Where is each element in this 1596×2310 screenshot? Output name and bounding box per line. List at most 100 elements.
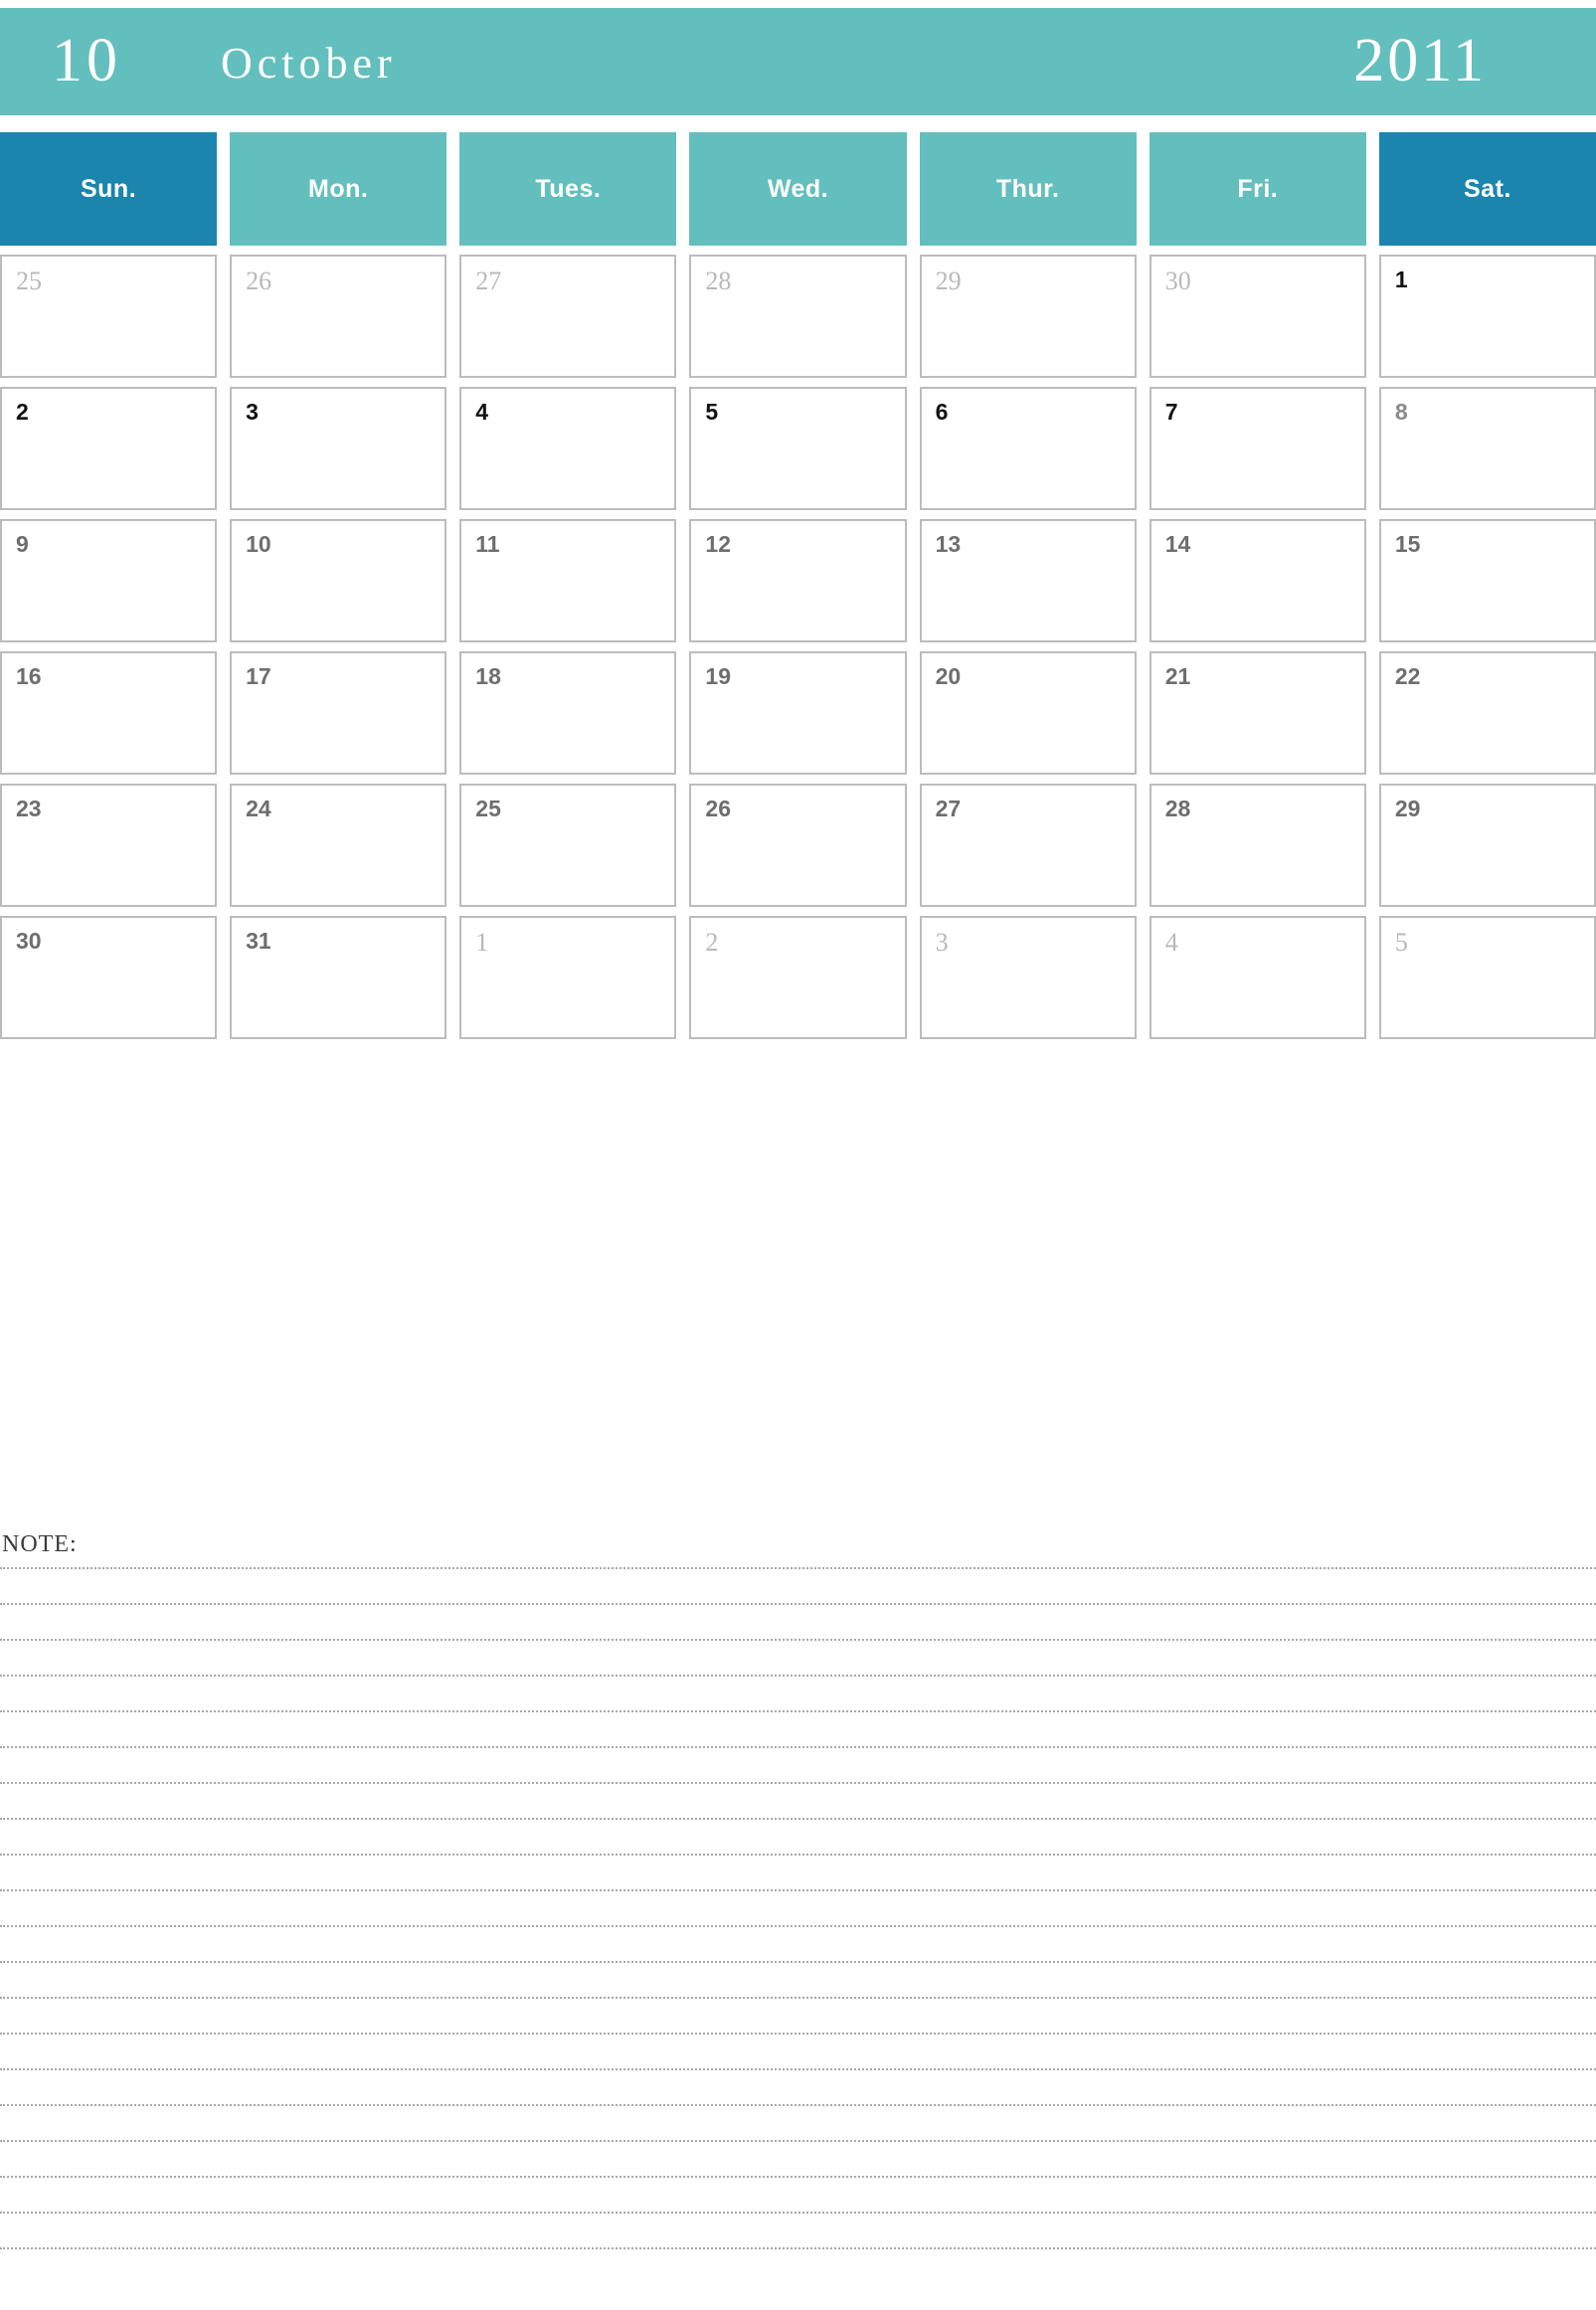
- calendar-day-cell[interactable]: 2: [0, 387, 218, 510]
- calendar-day-cell[interactable]: 24: [230, 784, 447, 907]
- note-line[interactable]: [0, 1675, 1596, 1677]
- note-line[interactable]: [0, 1710, 1596, 1712]
- calendar-day-cell[interactable]: 29: [919, 255, 1137, 378]
- note-line[interactable]: [0, 2212, 1596, 2214]
- calendar-day-cell[interactable]: 26: [689, 784, 907, 907]
- calendar-day-cell[interactable]: 20: [919, 651, 1137, 775]
- calendar-day-cell[interactable]: 3: [919, 916, 1137, 1039]
- calendar-day-cell[interactable]: 19: [689, 651, 907, 775]
- calendar-day-number: 24: [246, 796, 271, 821]
- calendar-day-number: 1: [1394, 267, 1408, 292]
- calendar-day-cell[interactable]: 4: [459, 387, 677, 510]
- calendar-day-number: 30: [1164, 267, 1191, 295]
- calendar-day-number: 25: [475, 796, 501, 821]
- calendar-day-number: 29: [935, 267, 962, 295]
- note-line[interactable]: [0, 1567, 1596, 1569]
- calendar-day-cell[interactable]: 7: [1149, 387, 1366, 510]
- calendar-day-cell[interactable]: 21: [1149, 651, 1366, 775]
- calendar-day-number: 26: [705, 796, 732, 821]
- calendar-day-cell[interactable]: 25: [459, 784, 677, 907]
- note-line[interactable]: [0, 1889, 1596, 1891]
- weekday-header-row: Sun. Mon. Tues. Wed. Thur. Fri. Sat.: [0, 132, 1596, 246]
- calendar-day-cell[interactable]: 25: [0, 255, 218, 378]
- calendar-week-row: 9 10 11 12 13 14 15: [0, 519, 1596, 642]
- calendar-day-cell[interactable]: 23: [0, 784, 218, 907]
- calendar-day-cell[interactable]: 5: [689, 387, 907, 510]
- calendar-day-number: 26: [246, 267, 272, 295]
- calendar-day-number: 27: [475, 267, 502, 295]
- note-line[interactable]: [0, 2140, 1596, 2142]
- calendar-day-cell[interactable]: 30: [0, 916, 218, 1039]
- note-line[interactable]: [0, 1997, 1596, 1999]
- calendar-day-number: 13: [935, 531, 962, 557]
- calendar-day-cell[interactable]: 9: [0, 519, 218, 642]
- note-line[interactable]: [0, 2176, 1596, 2178]
- calendar-day-cell[interactable]: 11: [459, 519, 677, 642]
- calendar-day-cell[interactable]: 10: [230, 519, 447, 642]
- calendar-day-cell[interactable]: 1: [459, 916, 677, 1039]
- calendar-day-cell[interactable]: 4: [1149, 916, 1366, 1039]
- calendar-day-number: 21: [1164, 663, 1191, 689]
- calendar-day-number: 22: [1394, 663, 1421, 689]
- note-section: NOTE:: [0, 1531, 1596, 2307]
- calendar-week-row: 25 26 27 28 29 30 1: [0, 255, 1596, 378]
- calendar-day-cell[interactable]: 26: [230, 255, 447, 378]
- calendar-day-number: 3: [935, 928, 949, 957]
- weekday-header-thur: Thur.: [919, 132, 1137, 246]
- calendar-day-cell[interactable]: 28: [1149, 784, 1366, 907]
- note-line[interactable]: [0, 1961, 1596, 1963]
- calendar-day-cell[interactable]: 1: [1378, 255, 1596, 378]
- calendar-day-cell[interactable]: 15: [1378, 519, 1596, 642]
- note-line[interactable]: [0, 2068, 1596, 2070]
- note-line[interactable]: [0, 1603, 1596, 1605]
- calendar-day-cell[interactable]: 12: [689, 519, 907, 642]
- note-line[interactable]: [0, 2247, 1596, 2249]
- note-line[interactable]: [0, 2033, 1596, 2035]
- calendar-day-number: 8: [1394, 399, 1408, 425]
- calendar-day-cell[interactable]: 28: [689, 255, 907, 378]
- calendar-day-number: 2: [16, 399, 29, 425]
- calendar-day-number: 27: [935, 796, 962, 821]
- calendar-day-cell[interactable]: 22: [1378, 651, 1596, 775]
- calendar-day-cell[interactable]: 6: [919, 387, 1137, 510]
- calendar-day-cell[interactable]: 29: [1378, 784, 1596, 907]
- calendar-day-cell[interactable]: 5: [1378, 916, 1596, 1039]
- header-month-number: 10: [52, 27, 121, 94]
- note-line[interactable]: [0, 1782, 1596, 1784]
- calendar-day-cell[interactable]: 27: [459, 255, 677, 378]
- note-line[interactable]: [0, 2104, 1596, 2106]
- calendar-day-cell[interactable]: 8: [1378, 387, 1596, 510]
- calendar-day-cell[interactable]: 14: [1149, 519, 1366, 642]
- calendar-day-cell[interactable]: 16: [0, 651, 218, 775]
- note-line[interactable]: [0, 1818, 1596, 1820]
- calendar-day-cell[interactable]: 13: [919, 519, 1137, 642]
- calendar-day-number: 31: [246, 928, 271, 954]
- calendar-week-row: 2 3 4 5 6 7 8: [0, 387, 1596, 510]
- note-line[interactable]: [0, 1854, 1596, 1856]
- note-line[interactable]: [0, 1746, 1596, 1748]
- weekday-header-fri: Fri.: [1149, 132, 1366, 246]
- calendar-header: 10 October 2011: [0, 8, 1596, 115]
- calendar-day-cell[interactable]: 27: [919, 784, 1137, 907]
- calendar-day-cell[interactable]: 2: [689, 916, 907, 1039]
- calendar-day-cell[interactable]: 18: [459, 651, 677, 775]
- calendar-day-cell[interactable]: 30: [1149, 255, 1366, 378]
- calendar-day-number: 15: [1394, 531, 1421, 557]
- calendar-week-row: 16 17 18 19 20 21 22: [0, 651, 1596, 775]
- calendar-day-cell[interactable]: 3: [230, 387, 447, 510]
- weekday-header-mon: Mon.: [230, 132, 447, 246]
- calendar-day-number: 3: [246, 399, 259, 425]
- header-month-name: October: [221, 39, 397, 88]
- calendar-day-cell[interactable]: 17: [230, 651, 447, 775]
- calendar-day-number: 4: [1164, 928, 1178, 957]
- note-lines[interactable]: [0, 1567, 1596, 2283]
- weekday-header-sun: Sun.: [0, 132, 218, 246]
- calendar-day-number: 1: [475, 928, 489, 957]
- note-line[interactable]: [0, 1925, 1596, 1927]
- header-year: 2011: [1353, 27, 1487, 94]
- calendar-day-cell[interactable]: 31: [230, 916, 447, 1039]
- note-line[interactable]: [0, 1639, 1596, 1641]
- weekday-header-sat: Sat.: [1378, 132, 1596, 246]
- calendar-day-number: 7: [1164, 399, 1178, 425]
- calendar-day-number: 29: [1394, 796, 1421, 821]
